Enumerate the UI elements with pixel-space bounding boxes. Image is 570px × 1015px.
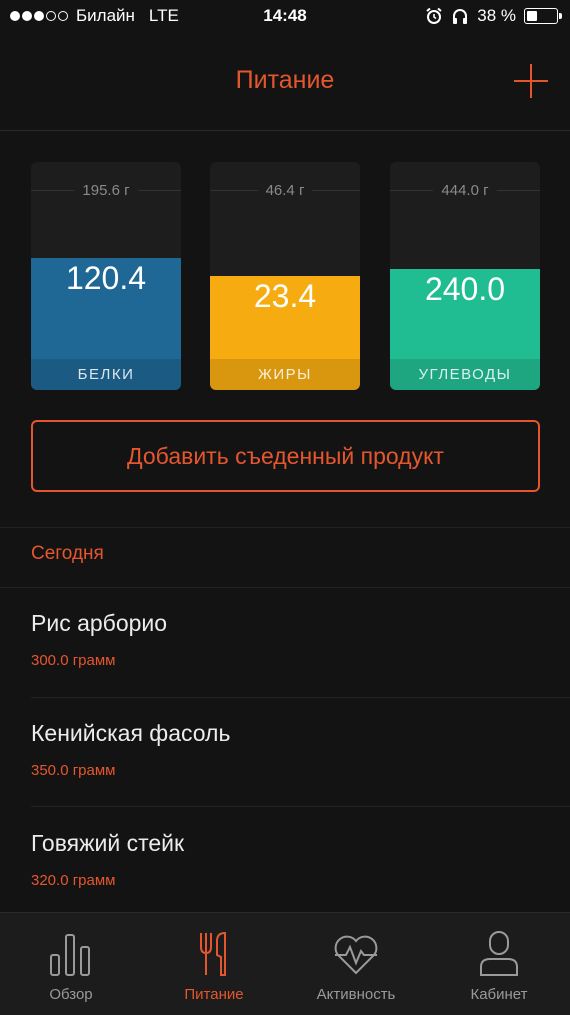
food-amount: 350.0 грамм bbox=[31, 762, 116, 779]
status-right: 38 % bbox=[425, 6, 562, 26]
heart-pulse-icon bbox=[334, 935, 378, 975]
fork-knife-icon bbox=[200, 931, 226, 976]
divider bbox=[0, 527, 570, 528]
add-button[interactable] bbox=[514, 64, 548, 98]
fat-value: 23.4 bbox=[253, 278, 317, 314]
list-item[interactable]: Кенийская фасоль 350.0 грамм bbox=[0, 698, 570, 808]
tab-profile[interactable]: Кабинет bbox=[428, 913, 570, 1015]
food-name: Говяжий стейк bbox=[31, 830, 185, 856]
bar-chart-icon bbox=[50, 934, 90, 976]
carbs-goal: 444.0 г bbox=[390, 182, 540, 199]
fat-goal: 46.4 г bbox=[210, 182, 360, 199]
divider bbox=[31, 806, 570, 807]
protein-value: 120.4 bbox=[65, 260, 147, 296]
tab-label: Обзор bbox=[49, 986, 93, 1003]
page-title: Питание bbox=[235, 66, 335, 94]
navigation-bar: Питание bbox=[0, 34, 570, 131]
food-amount: 300.0 грамм bbox=[31, 652, 116, 669]
tab-overview[interactable]: Обзор bbox=[0, 913, 142, 1015]
protein-goal: 195.6 г bbox=[31, 182, 181, 199]
list-item[interactable]: Рис арборио 300.0 грамм bbox=[0, 588, 570, 698]
battery-icon bbox=[524, 8, 562, 24]
macro-card-carbs: 444.0 г 240.0 УГЛЕВОДЫ bbox=[390, 162, 540, 390]
tab-activity[interactable]: Активность bbox=[285, 913, 427, 1015]
tab-label: Кабинет bbox=[470, 986, 528, 1003]
carbs-label: УГЛЕВОДЫ bbox=[390, 359, 540, 390]
food-name: Рис арборио bbox=[31, 610, 168, 636]
battery-percent: 38 % bbox=[477, 6, 516, 25]
tab-label: Питание bbox=[184, 986, 244, 1003]
section-header-today: Сегодня bbox=[31, 543, 104, 564]
carbs-value: 240.0 bbox=[424, 271, 506, 307]
person-icon bbox=[480, 931, 518, 976]
list-item[interactable]: Говяжий стейк 320.0 грамм bbox=[0, 808, 570, 918]
macro-card-fat: 46.4 г 23.4 ЖИРЫ bbox=[210, 162, 360, 390]
add-eaten-product-button[interactable]: Добавить съеденный продукт bbox=[31, 420, 540, 492]
macro-card-protein: 195.6 г 120.4 БЕЛКИ bbox=[31, 162, 181, 390]
protein-label: БЕЛКИ bbox=[31, 359, 181, 390]
alarm-icon bbox=[426, 7, 442, 24]
tab-label: Активность bbox=[316, 986, 396, 1003]
food-name: Кенийская фасоль bbox=[31, 720, 231, 746]
food-amount: 320.0 грамм bbox=[31, 872, 116, 889]
tab-bar: Обзор Питание Активность Кабинет bbox=[0, 912, 570, 1015]
fat-label: ЖИРЫ bbox=[210, 359, 360, 390]
headphones-icon bbox=[453, 9, 468, 24]
status-bar: Билайн LTE 14:48 38 % bbox=[0, 0, 570, 34]
tab-nutrition[interactable]: Питание bbox=[143, 913, 285, 1015]
